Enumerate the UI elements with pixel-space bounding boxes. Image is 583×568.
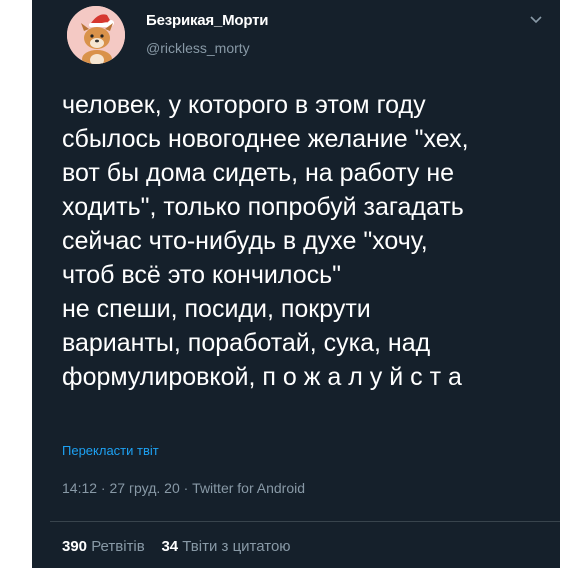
- quotes-label: Твіти з цитатою: [182, 538, 291, 555]
- tweet-text: человек, у которого в этом году сбылось …: [62, 88, 552, 394]
- quotes-count: 34: [161, 538, 179, 555]
- tweet-text-line: чтоб всё это кончилось": [62, 261, 342, 289]
- author-display-name[interactable]: Безрикая_Морти: [146, 12, 269, 29]
- quotes-stat[interactable]: 34 Твіти з цитатою: [161, 538, 290, 555]
- author-handle[interactable]: @rickless_morty: [146, 40, 250, 56]
- translate-tweet-link[interactable]: Перекласти твіт: [62, 443, 159, 458]
- tweet-text-line: варианты, поработай, сука, над: [62, 329, 431, 357]
- tweet-card: Безрикая_Морти @rickless_morty человек, …: [32, 0, 560, 568]
- dog-with-santa-hat-icon: [67, 6, 125, 64]
- tweet-text-line: сбылось новогоднее желание "хех,: [62, 125, 469, 153]
- divider: [50, 521, 560, 522]
- retweets-label: Ретвітів: [91, 538, 145, 555]
- retweets-count: 390: [62, 538, 88, 555]
- tweet-timestamp-source[interactable]: 14:12 · 27 груд. 20 · Twitter for Androi…: [62, 480, 305, 496]
- retweets-stat[interactable]: 390 Ретвітів: [62, 538, 149, 555]
- tweet-text-line: формулировкой, п о ж а л у й с т а: [62, 363, 462, 391]
- tweet-text-line: человек, у которого в этом году: [62, 91, 426, 119]
- avatar[interactable]: [67, 6, 125, 64]
- tweet-text-line: не спеши, посиди, покрути: [62, 295, 371, 323]
- tweet-text-line: ходить", только попробуй загадать: [62, 193, 464, 221]
- tweet-text-line: вот бы дома сидеть, на работу не: [62, 159, 455, 187]
- tweet-text-line: сейчас что-нибудь в духе "хочу,: [62, 227, 428, 255]
- tweet-stats: 390 Ретвітів 34 Твіти з цитатою: [62, 538, 291, 555]
- chevron-down-icon[interactable]: [528, 14, 544, 26]
